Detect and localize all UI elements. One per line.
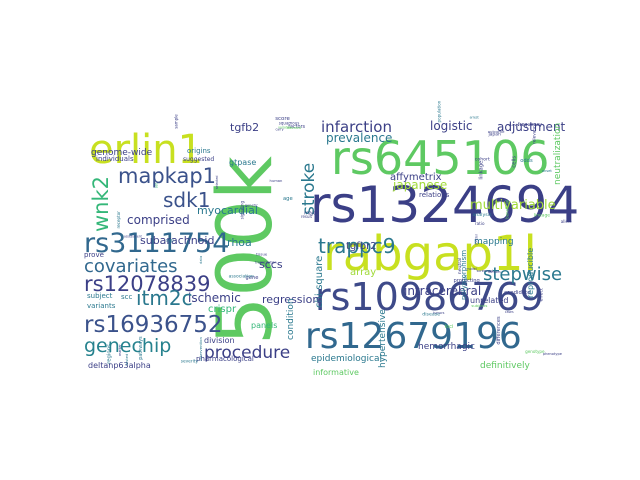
word-epidemiological: epidemiological (311, 354, 382, 364)
small-word-screened: screened (477, 269, 493, 273)
word-subarachnoid: subarachnoid (140, 234, 214, 247)
word-tgfb2: tgfb2 (230, 121, 259, 134)
word-covariates: covariates (84, 256, 178, 277)
small-word-data: data (199, 256, 203, 264)
word-affymetrix: affymetrix (390, 172, 442, 183)
word-tgfbr2: tgfbr2 (346, 241, 377, 252)
small-word-effect: effect (539, 288, 545, 302)
small-word-trait: trait (465, 298, 469, 306)
small-word-association: association (229, 274, 254, 280)
small-word-neutral: neutral (457, 258, 463, 275)
word-mapping: mapping (474, 237, 514, 247)
word-panels: panels (251, 321, 277, 330)
word-comprised: comprised (127, 213, 190, 227)
word-pharmacological: pharmacological (196, 355, 254, 363)
small-word-human: human (270, 179, 284, 183)
word-mapkap1: mapkap1 (118, 164, 216, 188)
word-origins: origins (187, 147, 211, 155)
word-prove: prove (84, 251, 104, 259)
word-individuals: individuals (96, 155, 134, 163)
word-wnk2: wnk2 (89, 176, 113, 232)
word-gtpase: gtpase (229, 158, 256, 167)
word-rhoa: rhoa (227, 236, 252, 249)
word-multivariable: multivariable (470, 198, 556, 213)
small-word-disease: disease (422, 312, 440, 318)
word-itm2c: itm2c (136, 286, 193, 310)
small-word-variation: variation (278, 125, 291, 129)
word-crispr: crispr (208, 304, 237, 315)
word-subject: subject (87, 292, 113, 300)
small-word-genetic: genetic (245, 203, 258, 207)
small-word-arrest: arrest (470, 116, 480, 120)
small-word-regions: regions (107, 344, 113, 364)
small-word-age: age (283, 196, 293, 202)
small-word-lineage: lineage (534, 212, 550, 218)
small-word-candidate: candidate (504, 290, 530, 296)
small-word-selected: selected (215, 176, 219, 190)
small-word-odds: odds (520, 158, 533, 164)
small-word-differences: differences (496, 316, 502, 345)
word-prevalence: prevalence (326, 131, 392, 145)
small-word-control: control (474, 234, 478, 245)
word-hemorrhagic: hemorrhagic (418, 342, 475, 352)
small-word-analysis: analysis (472, 212, 492, 218)
small-word-marker: marker (118, 344, 122, 356)
word-rs12679196: rs12679196 (305, 316, 522, 357)
word-variants: variants (87, 302, 116, 310)
word-neutralization: neutralization (553, 123, 563, 185)
word-cloud-words: 500k rs1324694rabgap1lrs645106rs10986769r… (84, 100, 579, 377)
small-word-risk: risk (463, 275, 469, 284)
small-word-loci: loci (445, 324, 454, 330)
word-scc: scc (121, 293, 132, 301)
small-word-severity: severity (181, 359, 199, 365)
small-word-sample: sample (174, 114, 179, 129)
small-word-subjects: subjects (471, 303, 487, 308)
small-word-pathways: pathways (138, 336, 144, 360)
small-word-tested: tested (124, 353, 129, 366)
word-array: array (350, 267, 376, 278)
word-suggested: suggested (183, 156, 214, 163)
small-word-result: result (301, 214, 313, 219)
word-division: division (204, 336, 235, 345)
small-word-model: model (466, 267, 476, 271)
small-word-population: population (436, 100, 441, 122)
small-word-beneficial: beneficial (504, 200, 509, 219)
word-deltanp63alpha: deltanp63alpha (88, 361, 151, 370)
small-word-outcome: outcome (488, 129, 505, 134)
small-word-transcription: transcription (255, 260, 276, 264)
small-word-phenotype: phenotype (543, 352, 562, 356)
small-word-allele: allele (561, 219, 572, 224)
small-word-cells: cells (512, 156, 518, 168)
word-ischemic: ischemic (188, 291, 241, 305)
small-word-snp: snp (166, 239, 174, 244)
word-stepwise: stepwise (483, 264, 562, 285)
word-stroke: stroke (299, 163, 319, 215)
small-word-onset: onset (542, 169, 553, 173)
small-word-squamous: squamous (279, 120, 300, 125)
word-cloud: 500k rs1324694rabgap1lrs645106rs10986769r… (0, 0, 640, 480)
word-definitively: definitively (480, 361, 531, 371)
word-condition: condition (286, 298, 296, 340)
small-word-intervention: intervention (198, 337, 203, 361)
small-word-cases: cases (505, 310, 514, 314)
small-word-tissue: tissue (256, 252, 268, 257)
small-word-ratio: ratio (475, 221, 485, 226)
small-word-receptor: receptor (116, 211, 121, 229)
small-word-frequency: frequency (518, 122, 542, 128)
small-word-assessment: assessment (124, 235, 143, 239)
word-relations: relations (419, 191, 450, 199)
word-informative: informative (313, 368, 359, 377)
small-word-linkage: linkage (479, 161, 485, 180)
small-word-set: set (155, 182, 159, 188)
